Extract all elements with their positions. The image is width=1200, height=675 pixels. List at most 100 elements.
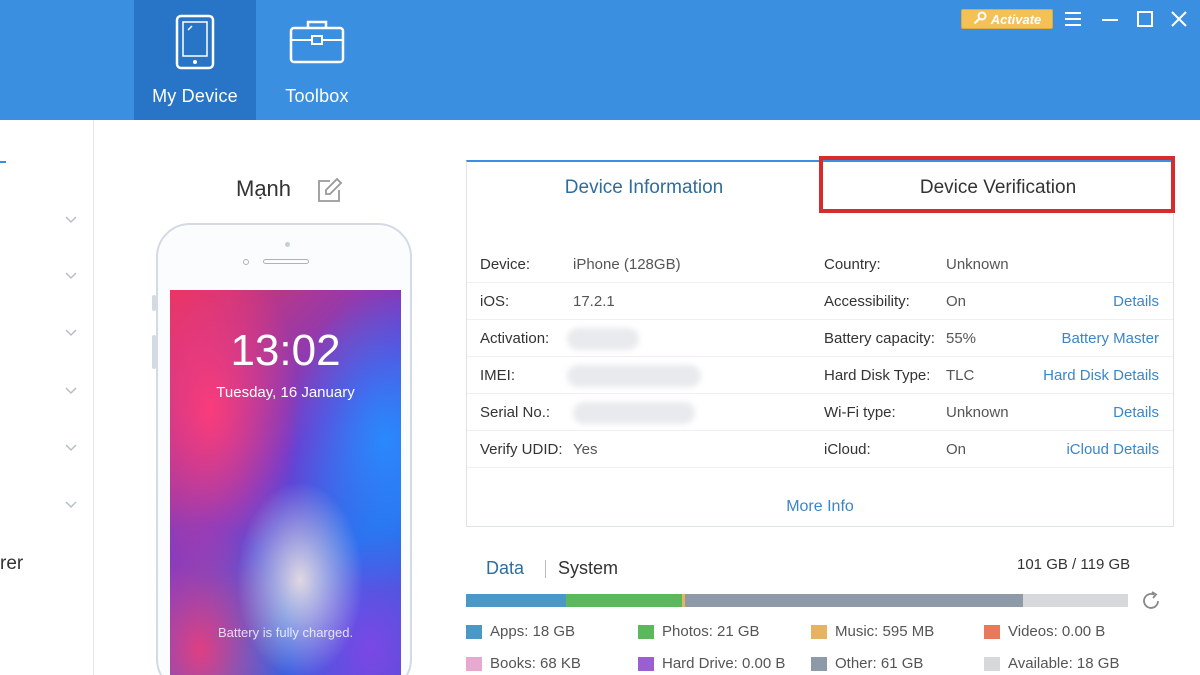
info-label: Accessibility: [824, 293, 910, 310]
close-icon [1171, 11, 1187, 27]
legend-label: Photos: 21 GB [662, 623, 760, 640]
chevron-down-icon[interactable] [64, 500, 78, 510]
redacted-value [567, 365, 701, 387]
storage-segment-photos [565, 594, 683, 607]
key-icon [973, 11, 987, 28]
legend-label: Hard Drive: 0.00 B [662, 655, 786, 672]
activate-button[interactable]: Activate [961, 9, 1053, 29]
info-row: Serial No.: Wi-Fi type: Unknown Details [467, 394, 1173, 431]
info-label: Country: [824, 256, 881, 273]
info-value: On [946, 441, 967, 458]
hard-disk-details-link[interactable]: Hard Disk Details [1043, 367, 1159, 384]
tablet-icon [175, 14, 215, 75]
legend-label: Music: 595 MB [835, 623, 935, 640]
info-label: Hard Disk Type: [824, 367, 931, 384]
sidebar-item-label[interactable]: rer [0, 553, 23, 575]
phone-sensor [243, 259, 249, 265]
legend-swatch [811, 656, 827, 671]
tab-divider [545, 560, 546, 578]
phone-side-button [152, 295, 156, 311]
info-label: Verify UDID: [480, 441, 563, 458]
legend-label: Books: 68 KB [490, 655, 581, 672]
tab-toolbox[interactable]: Toolbox [256, 0, 378, 120]
activate-label: Activate [990, 11, 1042, 27]
info-label: iOS: [480, 293, 510, 310]
legend-label: Available: 18 GB [1008, 655, 1120, 672]
device-info-panel: Device Information Device Verification D… [466, 160, 1175, 527]
legend-item: Hard Drive: 0.00 B [638, 655, 785, 672]
info-label: Device: [480, 256, 531, 273]
maximize-button[interactable] [1134, 8, 1156, 30]
edit-icon[interactable] [316, 177, 343, 209]
info-value: 17.2.1 [573, 293, 615, 310]
info-label: Serial No.: [480, 404, 551, 421]
hamburger-icon [1065, 12, 1081, 26]
info-row: Verify UDID: Yes iCloud: On iCloud Detai… [467, 431, 1173, 468]
icloud-details-link[interactable]: iCloud Details [1066, 441, 1159, 458]
legend-label: Other: 61 GB [835, 655, 924, 672]
chevron-down-icon[interactable] [64, 215, 78, 225]
info-label: IMEI: [480, 367, 516, 384]
maximize-icon [1137, 11, 1153, 27]
redacted-value [573, 402, 695, 424]
lock-screen-time: 13:02 [230, 326, 341, 375]
accessibility-details-link[interactable]: Details [1113, 293, 1159, 310]
storage-segment-other [685, 594, 1023, 607]
left-sidebar: rer [0, 120, 94, 675]
phone-side-button [152, 335, 156, 369]
info-row: Device: iPhone (128GB) Country: Unknown [467, 246, 1173, 283]
info-row: iOS: 17.2.1 Accessibility: On Details [467, 283, 1173, 320]
legend-item: Available: 18 GB [984, 655, 1119, 672]
phone-screen: 13:02 Tuesday, 16 January Battery is ful… [170, 290, 401, 675]
info-value: TLC [946, 367, 975, 384]
close-button[interactable] [1168, 8, 1190, 30]
legend-item: Other: 61 GB [811, 655, 923, 672]
phone-speaker [263, 259, 309, 264]
lock-screen-date: Tuesday, 16 January [216, 384, 355, 401]
refresh-icon[interactable] [1140, 590, 1162, 617]
minimize-icon [1102, 19, 1118, 21]
legend-swatch [984, 656, 1000, 671]
legend-item: Books: 68 KB [466, 655, 581, 672]
info-value: On [946, 293, 967, 310]
legend-item: Music: 595 MB [811, 623, 934, 640]
storage-usage-bar [466, 594, 1128, 607]
sidebar-link-fragment[interactable] [0, 161, 6, 163]
info-row: IMEI: Hard Disk Type: TLC Hard Disk Deta… [467, 357, 1173, 394]
legend-swatch [638, 656, 654, 671]
storage-total: 101 GB / 119 GB [1017, 556, 1131, 573]
storage-segment-apps [466, 594, 566, 607]
legend-item: Videos: 0.00 B [984, 623, 1105, 640]
storage-tab-system[interactable]: System [558, 558, 618, 579]
phone-camera [285, 242, 290, 247]
tab-my-device-label: My Device [152, 86, 238, 106]
storage-tab-data[interactable]: Data [486, 558, 524, 579]
legend-swatch [811, 624, 827, 639]
info-label: Wi-Fi type: [824, 404, 896, 421]
legend-item: Apps: 18 GB [466, 623, 575, 640]
legend-swatch [638, 624, 654, 639]
info-label: Activation: [480, 330, 550, 347]
minimize-button[interactable] [1099, 8, 1121, 30]
legend-swatch [466, 624, 482, 639]
info-value: Unknown [946, 256, 1009, 273]
info-label: Battery capacity: [824, 330, 935, 347]
tab-toolbox-label: Toolbox [285, 86, 349, 106]
info-value: 55% [946, 330, 977, 347]
info-value: iPhone (128GB) [573, 256, 681, 273]
chevron-down-icon[interactable] [64, 271, 78, 281]
app-header: My Device Toolbox Activate [0, 0, 1200, 120]
chevron-down-icon[interactable] [64, 443, 78, 453]
legend-label: Apps: 18 GB [490, 623, 576, 640]
tab-device-verification[interactable]: Device Verification [821, 162, 1175, 214]
menu-button[interactable] [1062, 8, 1084, 30]
tab-my-device[interactable]: My Device [134, 0, 256, 120]
legend-swatch [466, 656, 482, 671]
tab-device-information[interactable]: Device Information [467, 162, 821, 214]
battery-master-link[interactable]: Battery Master [1061, 330, 1159, 347]
chevron-down-icon[interactable] [64, 386, 78, 396]
more-info-link[interactable]: More Info [467, 498, 1173, 516]
redacted-value [567, 328, 639, 350]
wifi-details-link[interactable]: Details [1113, 404, 1159, 421]
chevron-down-icon[interactable] [64, 328, 78, 338]
